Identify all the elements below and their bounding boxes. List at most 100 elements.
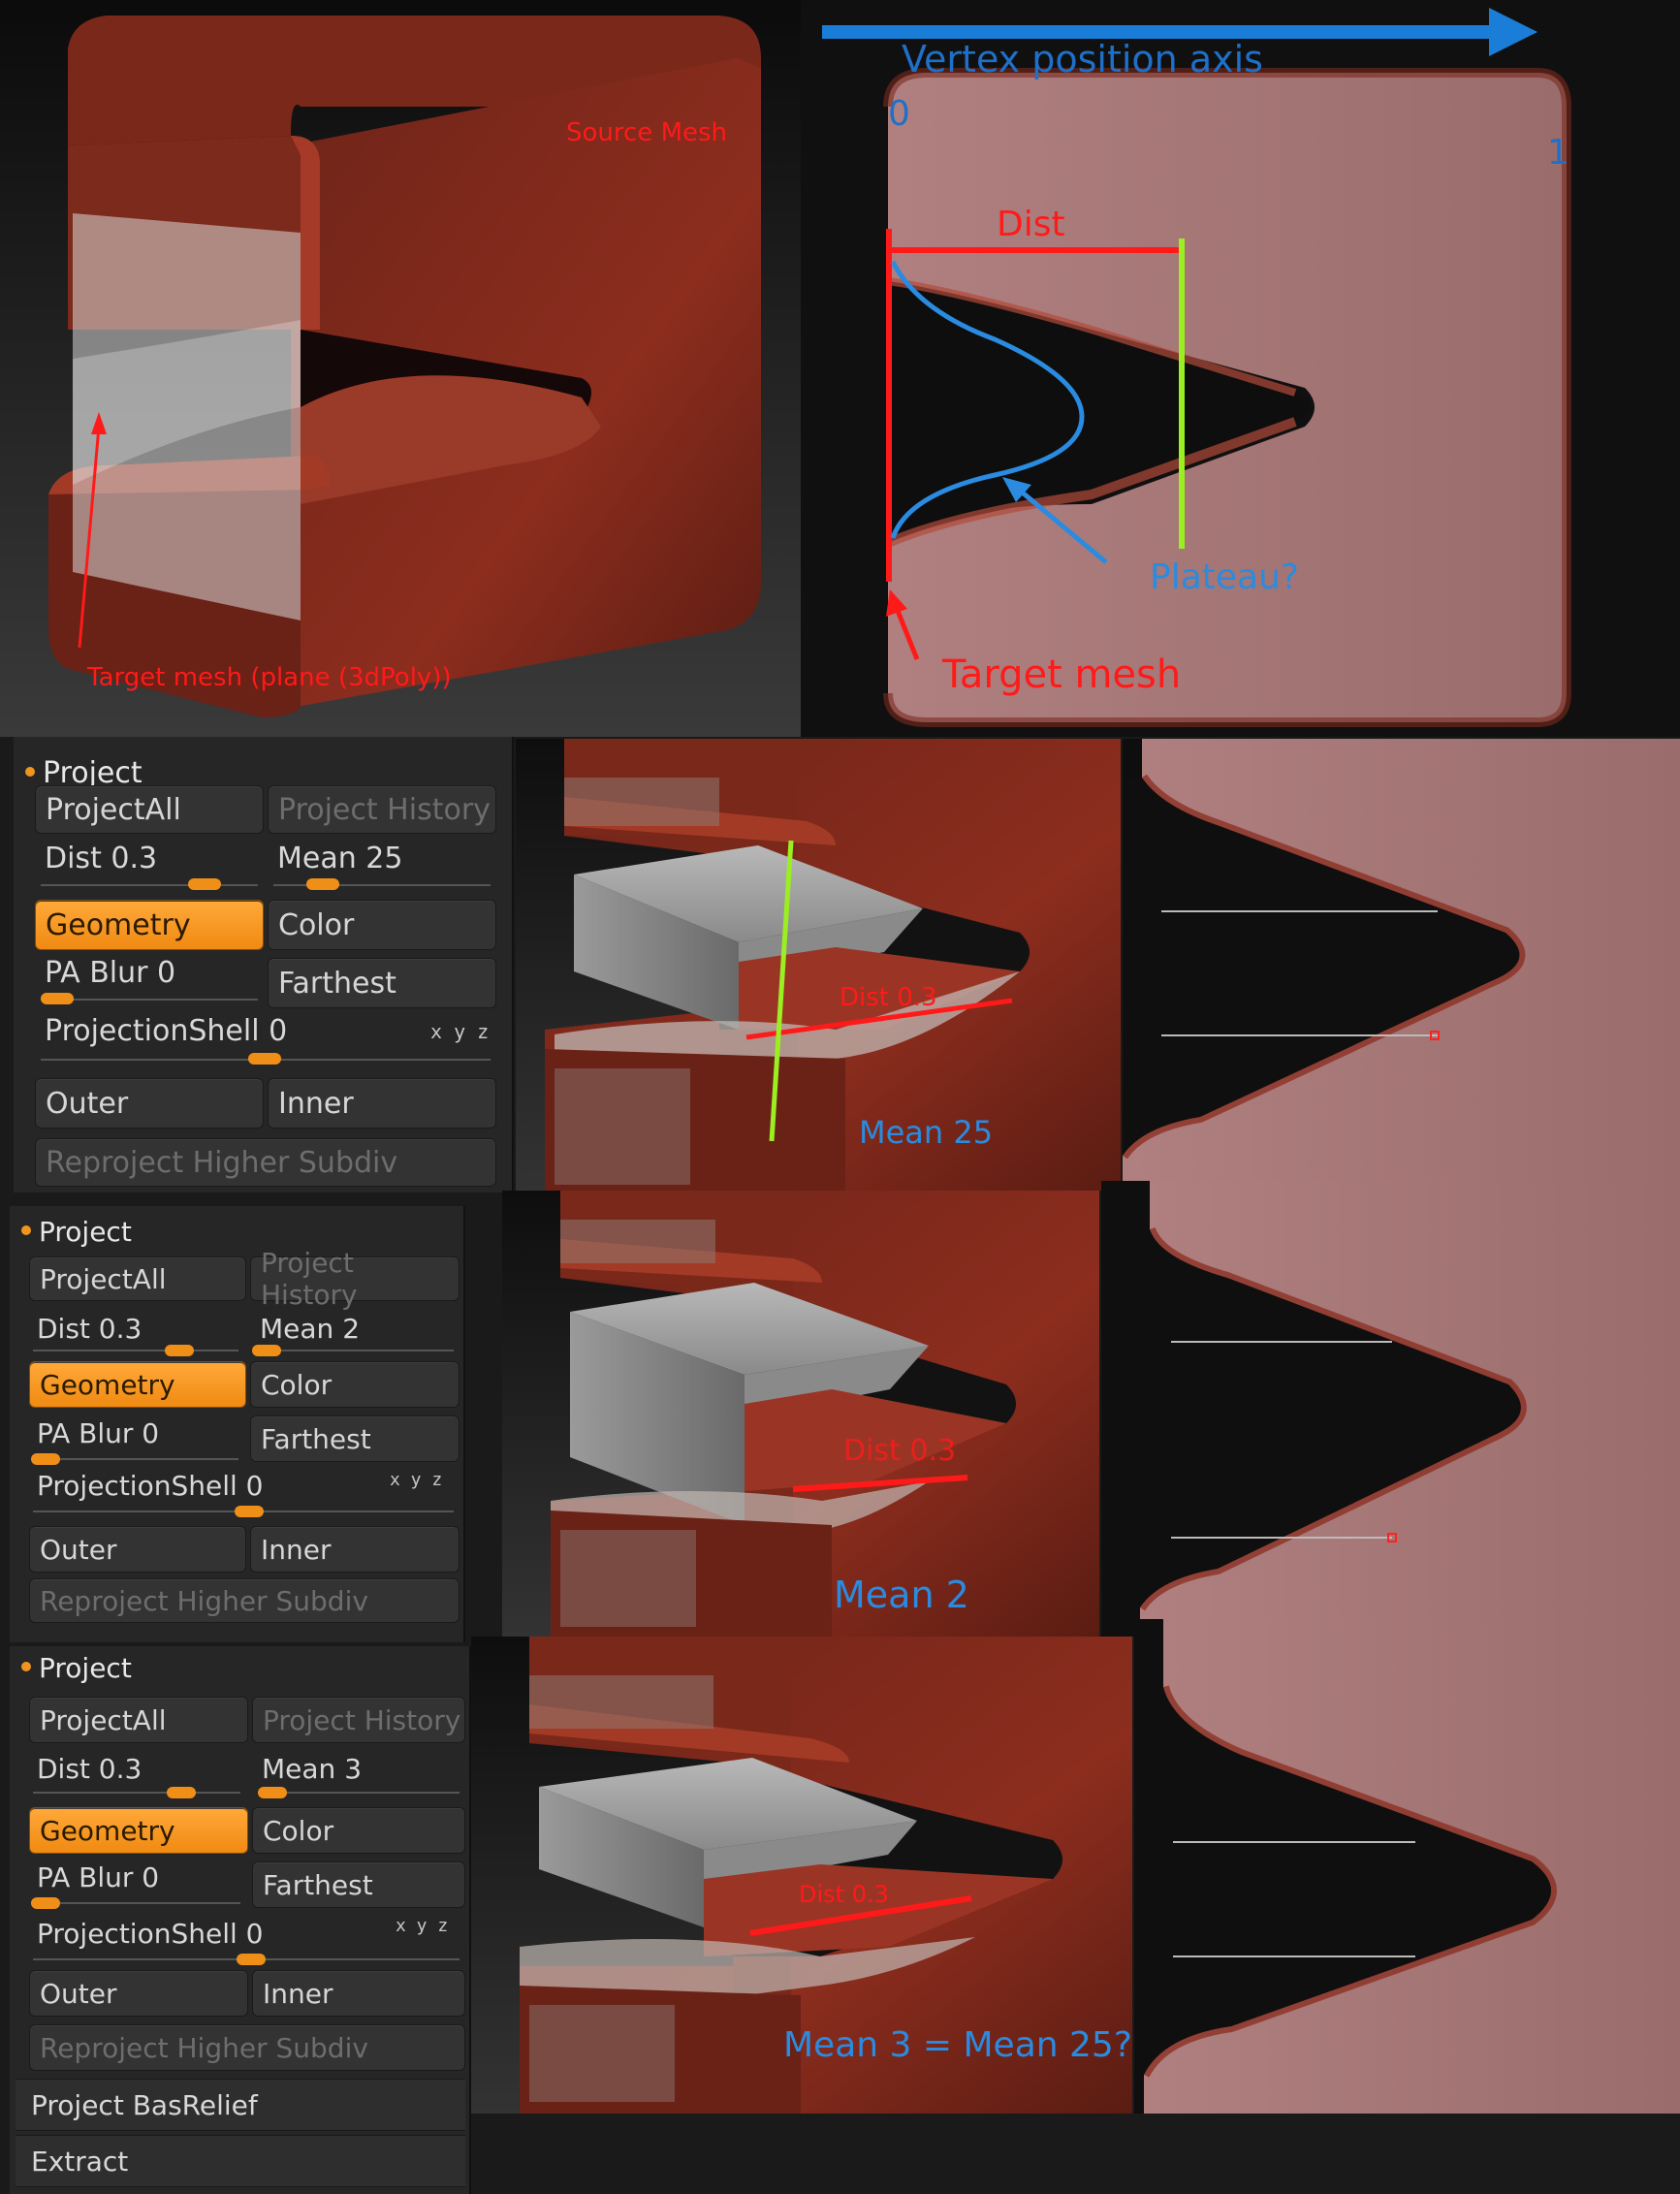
dist-slider[interactable]: Dist 0.3 — [27, 1753, 246, 1799]
dist-slider-knob[interactable] — [167, 1787, 196, 1798]
reproject-higher-subdiv-button[interactable]: Reproject Higher Subdiv — [29, 2024, 465, 2071]
projection-shell-knob[interactable] — [237, 1954, 266, 1965]
geometry-button[interactable]: Geometry — [29, 1361, 246, 1408]
xyz-axis-toggle[interactable]: x y z — [430, 1020, 489, 1043]
mean-slider-label: Mean 3 — [262, 1753, 363, 1785]
pa-blur-slider[interactable]: PA Blur 0 — [35, 956, 264, 1004]
mean-slider-label: Mean 25 — [277, 842, 403, 875]
mean2-3d-render — [551, 1191, 1099, 1637]
viewport-mean3-3d[interactable]: Dist 0.3 Mean 3 = Mean 25? — [471, 1637, 1132, 2114]
dist-slider-track — [33, 1350, 238, 1351]
outer-button[interactable]: Outer — [29, 1526, 246, 1573]
dist-slider[interactable]: Dist 0.3 — [27, 1313, 244, 1359]
viewport-mean25-3d[interactable]: Dist 0.3 Mean 25 — [516, 739, 1121, 1191]
project-history-button[interactable]: Project History — [268, 785, 496, 834]
plateau-label: Plateau? — [1150, 557, 1300, 597]
pa-blur-label: PA Blur 0 — [37, 1417, 160, 1449]
mean-slider-track — [258, 1792, 460, 1794]
mean25-3d-render — [545, 739, 1121, 1191]
viewport-mean2-3d[interactable]: Dist 0.3 Mean 2 — [502, 1191, 1099, 1637]
mean-slider[interactable]: Mean 25 — [268, 842, 496, 890]
palette-dot-icon — [25, 766, 35, 777]
palette-dot-icon — [21, 1225, 31, 1235]
inner-button[interactable]: Inner — [250, 1526, 460, 1573]
pa-blur-knob[interactable] — [31, 1453, 60, 1465]
mean-slider[interactable]: Mean 3 — [252, 1753, 465, 1799]
dist-slider[interactable]: Dist 0.3 — [35, 842, 264, 890]
projection-shell-knob[interactable] — [248, 1053, 281, 1065]
dist-label: Dist — [997, 205, 1065, 244]
mean25-side-render — [1123, 739, 1680, 1191]
palette-title[interactable]: Project — [21, 1216, 132, 1248]
viewport-source-mesh[interactable]: Source Mesh Target mesh (plane (3dPoly)) — [0, 0, 801, 737]
viewport-mean3-side[interactable] — [1134, 1619, 1680, 2114]
pa-blur-track — [33, 1902, 240, 1904]
dist-slider-knob[interactable] — [188, 878, 221, 890]
xyz-axis-toggle[interactable]: x y z — [390, 1470, 442, 1490]
source-mesh-label: Source Mesh — [566, 118, 728, 147]
axis-start-label: 0 — [888, 94, 910, 134]
projection-shell-label: ProjectionShell 0 — [37, 1470, 264, 1502]
projection-shell-knob[interactable] — [235, 1506, 264, 1517]
project-basrelief-button[interactable]: Project BasRelief — [16, 2079, 465, 2131]
mean3-side-render — [1134, 1619, 1680, 2114]
pa-blur-slider[interactable]: PA Blur 0 — [27, 1417, 244, 1465]
mean-slider-knob[interactable] — [306, 878, 339, 890]
project-palette-2: Project ProjectAll Project History Dist … — [10, 1206, 465, 1642]
axis-end-label: 1 — [1547, 133, 1569, 173]
mean-slider-label: Mean 2 — [260, 1313, 361, 1345]
project-palette-1: Project ProjectAll Project History Dist … — [14, 737, 514, 1192]
pa-blur-slider[interactable]: PA Blur 0 — [27, 1861, 246, 1909]
dist-slider-track — [41, 884, 258, 886]
geometry-button[interactable]: Geometry — [35, 900, 264, 950]
inner-button[interactable]: Inner — [268, 1078, 496, 1129]
pa-blur-knob[interactable] — [41, 993, 74, 1004]
outer-button[interactable]: Outer — [29, 1970, 248, 2017]
outer-button[interactable]: Outer — [35, 1078, 264, 1129]
extract-button[interactable]: Extract — [16, 2135, 465, 2187]
project-palette-3: Project ProjectAll Project History Dist … — [10, 1646, 471, 2194]
mean-slider-knob[interactable] — [252, 1345, 281, 1356]
pa-blur-label: PA Blur 0 — [37, 1861, 160, 1893]
color-button[interactable]: Color — [268, 900, 496, 950]
viewport-mean2-side[interactable] — [1101, 1181, 1680, 1637]
projection-shell-slider[interactable]: ProjectionShell 0 — [35, 1014, 496, 1065]
dist-slider-label: Dist 0.3 — [37, 1753, 143, 1785]
palette-title[interactable]: Project — [21, 1652, 132, 1684]
dist-slider-label: Dist 0.3 — [45, 842, 158, 875]
project-history-button[interactable]: Project History — [250, 1247, 460, 1311]
inner-button[interactable]: Inner — [252, 1970, 465, 2017]
xyz-axis-toggle[interactable]: x y z — [396, 1916, 448, 1936]
viewport-mean25-side[interactable] — [1123, 739, 1680, 1191]
target-diagram-render — [801, 0, 1680, 737]
reproject-higher-subdiv-button[interactable]: Reproject Higher Subdiv — [35, 1138, 496, 1187]
color-button[interactable]: Color — [252, 1807, 465, 1854]
mean-annotation-1: Mean 25 — [859, 1114, 994, 1151]
farthest-button[interactable]: Farthest — [268, 958, 496, 1008]
pa-blur-knob[interactable] — [31, 1897, 60, 1909]
project-all-button[interactable]: ProjectAll — [29, 1256, 246, 1301]
dist-slider-knob[interactable] — [165, 1345, 194, 1356]
farthest-button[interactable]: Farthest — [250, 1415, 460, 1462]
target-mesh-label-right: Target mesh — [942, 652, 1182, 697]
mean-annotation-2: Mean 2 — [834, 1574, 969, 1616]
dist-annotation-2: Dist 0.3 — [843, 1434, 957, 1468]
project-all-button[interactable]: ProjectAll — [29, 1697, 248, 1743]
farthest-button[interactable]: Farthest — [252, 1861, 465, 1908]
palette-dot-icon — [21, 1662, 31, 1671]
mean-slider-track — [256, 1350, 454, 1351]
viewport-target-diagram[interactable]: Vertex position axis 0 1 Dist Plateau? T… — [801, 0, 1680, 737]
reproject-higher-subdiv-button[interactable]: Reproject Higher Subdiv — [29, 1578, 460, 1623]
dist-annotation-1: Dist 0.3 — [840, 983, 937, 1012]
color-button[interactable]: Color — [250, 1361, 460, 1408]
mean-slider[interactable]: Mean 2 — [250, 1313, 460, 1359]
target-mesh-label: Target mesh (plane (3dPoly)) — [87, 663, 452, 692]
dist-slider-track — [33, 1792, 240, 1794]
project-all-button[interactable]: ProjectAll — [35, 785, 264, 834]
mean2-side-render — [1101, 1181, 1680, 1637]
mean-slider-knob[interactable] — [258, 1787, 287, 1798]
source-mesh-render — [48, 16, 761, 717]
geometry-button[interactable]: Geometry — [29, 1807, 248, 1854]
projection-shell-label: ProjectionShell 0 — [37, 1918, 264, 1950]
project-history-button[interactable]: Project History — [252, 1697, 465, 1743]
